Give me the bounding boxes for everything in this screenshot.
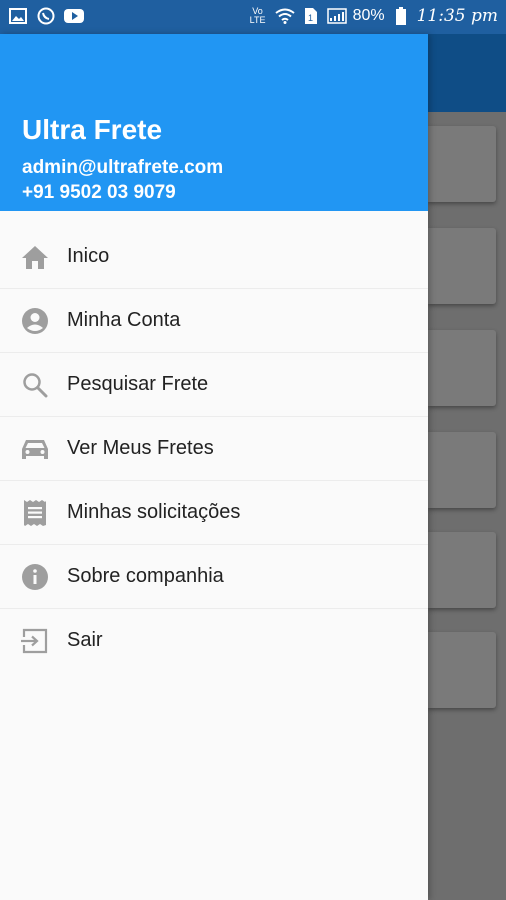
system-status: Vo LTE 1 80% 11:35 pm xyxy=(247,6,498,26)
background-card xyxy=(428,126,496,202)
status-bar: Vo LTE 1 80% 11:35 pm xyxy=(0,0,506,34)
menu-item-label: Ver Meus Fretes xyxy=(67,437,214,459)
menu-item-pesquisar-frete[interactable]: Pesquisar Frete xyxy=(0,353,428,417)
gallery-icon xyxy=(8,7,28,25)
drawer-menu: Inico Minha Conta Pesquisar Frete Ver Me… xyxy=(0,225,428,672)
background-card xyxy=(428,330,496,406)
user-phone: +91 9502 03 9079 xyxy=(22,182,176,203)
background-card xyxy=(428,432,496,508)
background-card xyxy=(428,632,496,708)
menu-item-sobre-companhia[interactable]: Sobre companhia xyxy=(0,545,428,609)
menu-item-inico[interactable]: Inico xyxy=(0,225,428,289)
account-circle-icon xyxy=(21,307,49,335)
volte-label: Vo LTE xyxy=(249,6,266,25)
menu-item-label: Sair xyxy=(67,629,103,651)
home-icon xyxy=(21,243,49,271)
menu-item-ver-meus-fretes[interactable]: Ver Meus Fretes xyxy=(0,417,428,481)
background-app-bar xyxy=(428,34,506,112)
menu-item-minhas-solicitacoes[interactable]: Minhas solicitações xyxy=(0,481,428,545)
whatsapp-icon xyxy=(36,7,56,25)
menu-item-label: Inico xyxy=(67,245,110,267)
app-title: Ultra Frete xyxy=(22,114,163,145)
drawer-header: Ultra Frete admin@ultrafrete.com +91 950… xyxy=(0,34,428,211)
receipt-icon xyxy=(21,499,49,527)
menu-item-label: Pesquisar Frete xyxy=(67,373,209,395)
youtube-icon xyxy=(64,7,84,25)
clock: 11:35 pm xyxy=(416,6,498,26)
menu-item-label: Minhas solicitações xyxy=(67,501,241,523)
search-icon xyxy=(21,371,49,399)
user-email: admin@ultrafrete.com xyxy=(22,157,224,178)
menu-item-minha-conta[interactable]: Minha Conta xyxy=(0,289,428,353)
car-icon xyxy=(21,435,49,463)
svg-text:1: 1 xyxy=(308,13,313,23)
sim-icon: 1 xyxy=(301,7,321,25)
battery-percent: 80% xyxy=(352,7,385,24)
navigation-drawer: Ultra Frete admin@ultrafrete.com +91 950… xyxy=(0,34,428,900)
background-card xyxy=(428,532,496,608)
battery-icon xyxy=(391,7,411,25)
notification-icons xyxy=(8,7,84,25)
wifi-icon xyxy=(274,7,295,25)
background-card xyxy=(428,228,496,304)
menu-item-label: Minha Conta xyxy=(67,309,181,331)
signal-icon xyxy=(326,7,347,25)
menu-item-label: Sobre companhia xyxy=(67,565,224,587)
menu-item-sair[interactable]: Sair xyxy=(0,609,428,672)
exit-icon xyxy=(21,627,49,655)
info-icon xyxy=(21,563,49,591)
